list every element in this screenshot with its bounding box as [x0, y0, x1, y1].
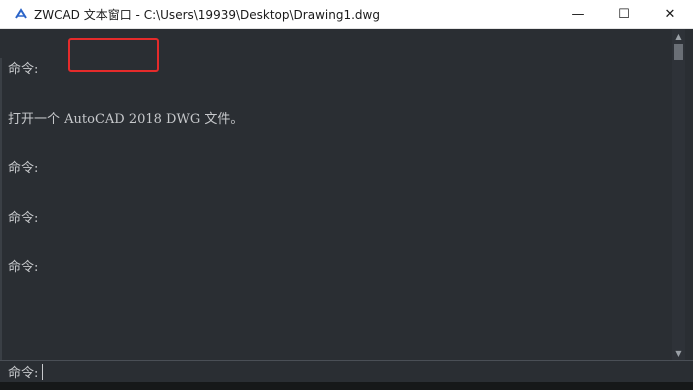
close-button[interactable]: ✕ — [647, 0, 693, 29]
maximize-icon: ☐ — [618, 7, 630, 22]
left-edge — [0, 58, 2, 389]
text-window-content[interactable]: 命令: 打开一个 AutoCAD 2018 DWG 文件。 命令: 命令: 命令… — [0, 29, 693, 389]
scrollbar-thumb[interactable] — [674, 44, 683, 60]
bottom-edge — [0, 382, 693, 390]
command-history[interactable]: 命令: 打开一个 AutoCAD 2018 DWG 文件。 命令: 命令: 命令… — [8, 29, 668, 360]
minimize-icon: — — [571, 7, 585, 22]
history-line: 命令: — [8, 260, 39, 275]
maximize-button[interactable]: ☐ — [601, 0, 647, 29]
scroll-up-arrow-icon[interactable]: ▲ — [672, 29, 685, 43]
history-line: 命令: — [8, 210, 39, 226]
command-line-bar: 命令: — [0, 360, 693, 382]
window-controls: — ☐ ✕ — [555, 0, 693, 29]
zwcad-logo-icon — [14, 7, 28, 21]
minimize-button[interactable]: — — [555, 0, 601, 29]
history-line: 打开一个 AutoCAD 2018 DWG 文件。 — [8, 111, 244, 127]
title-bar: ZWCAD 文本窗口 - C:\Users\19939\Desktop\Draw… — [0, 0, 693, 29]
scroll-down-arrow-icon[interactable]: ▼ — [672, 346, 685, 360]
window-title: ZWCAD 文本窗口 - C:\Users\19939\Desktop\Draw… — [34, 7, 380, 22]
vertical-scrollbar[interactable]: ▲ ▼ — [672, 29, 685, 360]
annotation-highlight-box — [68, 38, 159, 72]
command-prompt-label: 命令: — [8, 366, 39, 381]
close-icon: ✕ — [664, 7, 676, 22]
history-line: 命令: — [8, 161, 39, 176]
command-input[interactable] — [42, 363, 646, 380]
